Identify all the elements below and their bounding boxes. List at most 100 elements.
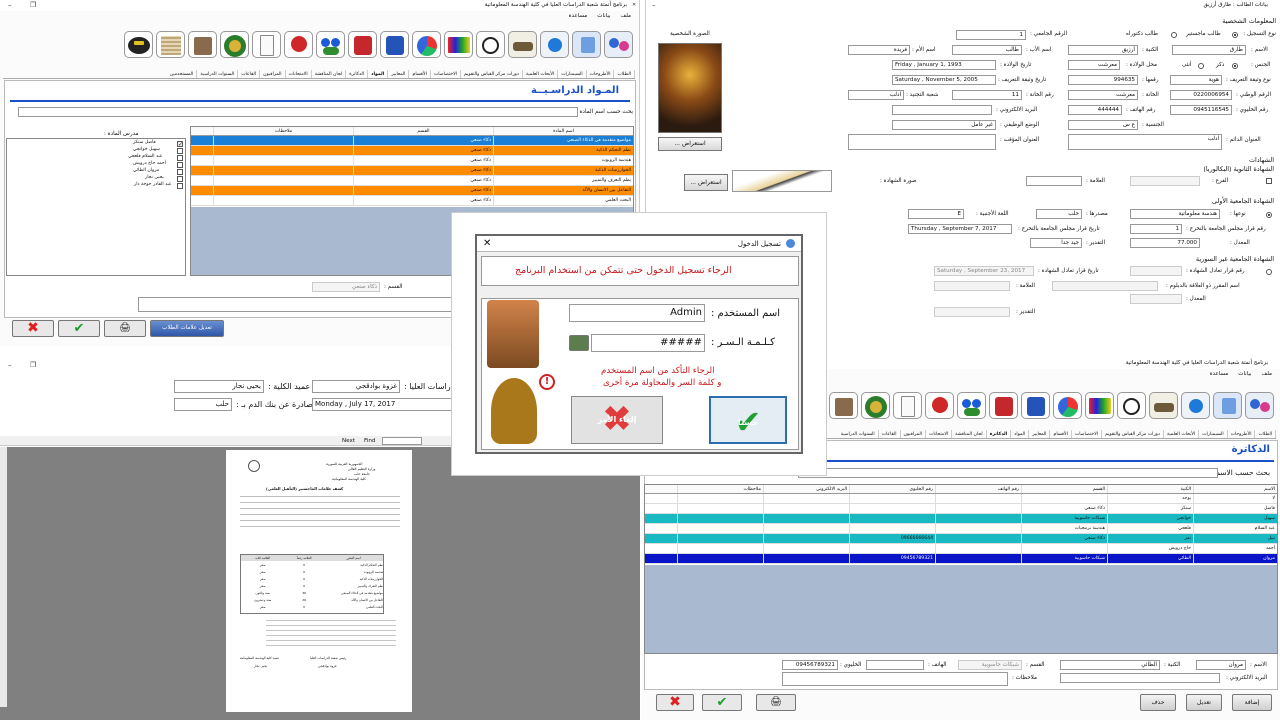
password-input[interactable]: ##### <box>591 334 705 352</box>
minimize-icon[interactable]: – <box>8 1 12 9</box>
doctor-search-input[interactable] <box>798 468 1218 478</box>
check-icon[interactable] <box>1181 392 1210 419</box>
show-password-icon[interactable] <box>569 335 589 351</box>
birthplace-field[interactable]: معرشت <box>1068 60 1120 70</box>
helmet-icon[interactable] <box>124 31 153 58</box>
cert-browse-button[interactable]: استعراض ... <box>684 174 728 191</box>
mother-field[interactable]: فريدة <box>848 45 910 55</box>
book-red-icon[interactable] <box>989 392 1018 419</box>
recruit-field[interactable]: ادلب <box>848 90 904 100</box>
tab-seminars[interactable]: السيمنارات <box>558 70 587 78</box>
decision-no-field[interactable]: 1 <box>1130 224 1182 234</box>
decision-mark-field[interactable] <box>1052 281 1158 291</box>
f-last-field[interactable]: الطائي <box>1060 660 1160 670</box>
tab-exams[interactable]: الامتحانات <box>286 70 312 78</box>
uni-no-field[interactable]: 1 <box>956 30 1026 40</box>
id-type-select[interactable]: هوية <box>1170 75 1222 85</box>
average-field[interactable]: 77.000 <box>1130 238 1200 248</box>
mark2-field[interactable] <box>934 281 1010 291</box>
menu-help[interactable]: مساعدة <box>1210 369 1229 379</box>
mark-field[interactable] <box>1026 176 1082 186</box>
branch-select[interactable] <box>1130 176 1200 186</box>
nonsyrian-radio[interactable] <box>1266 269 1272 275</box>
cancel-red-button[interactable]: ✖ <box>656 694 694 711</box>
table-row[interactable]: أحمد حاج درويش <box>645 544 1277 554</box>
table-row[interactable]: نظم التحكم الذكية ذكاء صنعي <box>191 146 633 156</box>
books-icon[interactable] <box>444 31 473 58</box>
house-icon[interactable] <box>829 392 858 419</box>
dean-field[interactable]: يحيى نجار <box>174 380 264 393</box>
scrollbar[interactable] <box>0 447 7 707</box>
print-button[interactable]: 🖨 <box>756 694 796 711</box>
tab-years[interactable]: السنوات الدراسية <box>838 430 879 438</box>
grade-field[interactable]: جيد جدا <box>1030 238 1082 248</box>
tab-criteria[interactable]: المعايير <box>388 70 410 78</box>
print-button[interactable]: 🖨 <box>104 320 146 337</box>
table-row[interactable]: هندسة الروبوت ذكاء صنعي <box>191 156 633 166</box>
badge-icon[interactable] <box>220 31 249 58</box>
menu-data[interactable]: بيانات <box>597 11 610 21</box>
f-dept-select[interactable]: شبكات حاسوبية <box>958 660 1022 670</box>
registry-no-field[interactable]: 11 <box>952 90 1022 100</box>
students-icon[interactable] <box>1245 392 1274 419</box>
menu-help[interactable]: مساعدة <box>569 11 588 21</box>
tab-doctors[interactable]: الدكاترة <box>346 70 369 78</box>
degree-radio[interactable] <box>1266 212 1272 218</box>
next-button[interactable]: Next <box>342 438 355 444</box>
logo-icon[interactable] <box>476 31 505 58</box>
surname-field[interactable]: أرزيق <box>1068 45 1138 55</box>
table-row[interactable]: مروان الطائي شبكات حاسوبية 09456789321 <box>645 554 1277 564</box>
tab-students[interactable]: الطلاب <box>1255 430 1276 438</box>
check-icon[interactable] <box>540 31 569 58</box>
edit-button[interactable]: تعديل <box>1186 694 1222 711</box>
mobile-field[interactable]: 0945116545 <box>1170 105 1232 115</box>
tab-courses[interactable]: دورات مركز القياس والتقويم <box>461 70 523 78</box>
people-icon[interactable] <box>957 392 986 419</box>
master-radio[interactable] <box>1232 32 1238 38</box>
tab-halls[interactable]: القاعات <box>879 430 901 438</box>
photo-browse-button[interactable]: استعراض ... <box>658 137 722 151</box>
chart-icon[interactable] <box>1053 392 1082 419</box>
documents-icon[interactable] <box>572 31 601 58</box>
tab-departments[interactable]: الأقسام <box>409 70 431 78</box>
male-radio[interactable] <box>1232 63 1238 69</box>
id-date-picker[interactable]: Saturday , November 5, 2005 <box>892 75 996 85</box>
table-row[interactable]: مواضيع متقدمة في الذكاء الصنعي ذكاء صنعي <box>191 136 633 146</box>
phd-radio[interactable] <box>1171 32 1177 38</box>
table-row[interactable]: الخوارزميات الذكية ذكاء صنعي <box>191 166 633 176</box>
equiv-date-picker[interactable]: Saturday , September 23, 2017 <box>934 266 1034 276</box>
f-phone-field[interactable] <box>866 660 924 670</box>
decision-date-picker[interactable]: Thursday , September 7, 2017 <box>908 224 1012 234</box>
temp-address-field[interactable] <box>848 134 996 150</box>
students-icon[interactable] <box>604 31 633 58</box>
name-field[interactable]: طارق <box>1172 45 1246 55</box>
tab-research[interactable]: الأبحاث العلمية <box>523 70 559 78</box>
address-field[interactable]: ادلب <box>1068 134 1222 150</box>
cancel-login-button[interactable]: ✖ إلغاء الأمر <box>571 396 663 444</box>
tab-students[interactable]: الطلاب <box>614 70 635 78</box>
studies-field[interactable]: غزوة بوادقجي <box>312 380 400 393</box>
source-field[interactable]: حلب <box>1036 209 1082 219</box>
tab-monitors[interactable]: المراقبون <box>901 430 927 438</box>
add-button[interactable]: إضافة <box>1232 694 1272 711</box>
f-email-field[interactable] <box>1060 673 1220 683</box>
dept-select[interactable]: ذكاء صنعي <box>312 282 380 292</box>
teacher-checkbox[interactable]: ✓ <box>177 141 183 148</box>
table-row[interactable]: نبيل تمر ذكاء صنعي 09666666644 <box>645 534 1277 544</box>
book-blue-icon[interactable] <box>1021 392 1050 419</box>
national-no-field[interactable]: 0220006954 <box>1170 90 1232 100</box>
tab-departments[interactable]: الأقسام <box>1050 430 1072 438</box>
meeting-icon[interactable] <box>508 31 537 58</box>
female-radio[interactable] <box>1198 63 1204 69</box>
table-row[interactable]: البحث العلمي ذكاء صنعي <box>191 196 633 206</box>
email-field[interactable] <box>892 105 992 115</box>
minimize-icon[interactable]: – <box>652 1 656 9</box>
tab-monitors[interactable]: المراقبون <box>260 70 286 78</box>
book-blue-icon[interactable] <box>380 31 409 58</box>
id-no-field[interactable]: 994635 <box>1068 75 1138 85</box>
people-icon[interactable] <box>316 31 345 58</box>
tab-exams[interactable]: الامتحانات <box>926 430 953 438</box>
tab-seminars[interactable]: السيمنارات <box>1199 430 1228 438</box>
tab-theses[interactable]: الأطروحات <box>1228 430 1256 438</box>
table-row[interactable]: فاضل سنكر ذكاء صنعي <box>645 504 1277 514</box>
